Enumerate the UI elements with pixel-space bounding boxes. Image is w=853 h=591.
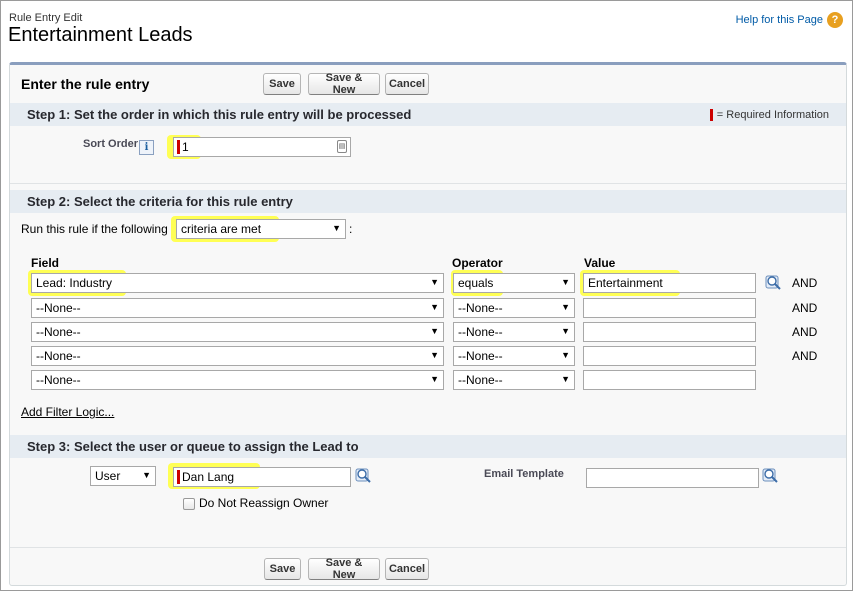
column-operator: Operator [452,256,503,270]
field-value-row2: --None-- [36,301,81,315]
save-new-button-top[interactable]: Save & New [308,72,380,96]
operator-select-row3[interactable]: --None-- ▼ [453,322,575,342]
assignee-required-bar [177,470,180,484]
value-input-row1[interactable]: Entertainment [583,273,756,293]
step3-title: Step 3: Select the user or queue to assi… [27,439,359,454]
sort-order-label: Sort Order [83,138,139,150]
info-icon[interactable]: i [139,140,154,155]
operator-select-row1[interactable]: equals ▼ [453,273,575,293]
chevron-down-icon: ▼ [430,350,439,360]
value-input-row3[interactable] [583,322,756,342]
value-input-row5[interactable] [583,370,756,390]
panel-title: Enter the rule entry [21,76,150,92]
divider-1 [10,183,846,184]
value-input-row2[interactable] [583,298,756,318]
operator-value-row1: equals [458,276,494,290]
sort-order-value: 1 [182,140,189,154]
field-select-row2[interactable]: --None-- ▼ [31,298,444,318]
step1-header: Step 1: Set the order in which this rule… [10,103,846,126]
required-marker [709,109,713,121]
field-value-row5: --None-- [36,373,81,387]
help-icon[interactable]: ? [827,12,843,28]
chevron-down-icon: ▼ [142,470,151,480]
chevron-down-icon: ▼ [430,374,439,384]
criteria-select[interactable]: criteria are met ▼ [176,219,346,239]
chevron-down-icon: ▼ [561,326,570,336]
assignee-input[interactable]: Dan Lang [173,467,351,487]
lookup-icon[interactable] [762,467,780,485]
step2-header: Step 2: Select the criteria for this rul… [10,190,846,213]
save-new-button-bottom[interactable]: Save & New [308,557,380,581]
save-button-bottom[interactable]: Save [264,558,301,580]
lookup-icon[interactable] [355,467,373,485]
lookup-icon[interactable] [765,274,783,292]
value-input-row4[interactable] [583,346,756,366]
chevron-down-icon: ▼ [561,374,570,384]
required-legend: = Required Information [709,109,829,121]
conjunction-row3: AND [792,325,818,339]
step2-title: Step 2: Select the criteria for this rul… [27,194,293,209]
criteria-select-value: criteria are met [181,222,262,236]
save-button-top[interactable]: Save [263,73,301,95]
required-legend-text: = Required Information [716,109,829,121]
value-text-row1: Entertainment [588,276,663,290]
operator-value-row4: --None-- [458,349,503,363]
email-template-input[interactable] [586,468,759,488]
assignee-value: Dan Lang [182,470,235,484]
chevron-down-icon: ▼ [561,277,570,287]
do-not-reassign-label: Do Not Reassign Owner [199,496,329,510]
field-select-row5[interactable]: --None-- ▼ [31,370,444,390]
column-field: Field [31,256,60,270]
operator-select-row4[interactable]: --None-- ▼ [453,346,575,366]
assign-type-select[interactable]: User ▼ [90,466,156,486]
step1-title: Step 1: Set the order in which this rule… [27,107,412,122]
do-not-reassign-checkbox[interactable] [183,498,195,510]
panel-header: Enter the rule entry Save Save & New Can… [10,65,846,101]
field-select-row4[interactable]: --None-- ▼ [31,346,444,366]
chevron-down-icon: ▼ [430,326,439,336]
run-rule-colon: : [349,222,353,236]
rule-entry-panel: Enter the rule entry Save Save & New Can… [9,62,847,586]
email-template-label: Email Template [484,468,564,480]
cancel-button-bottom[interactable]: Cancel [385,558,429,580]
chevron-down-icon: ▼ [561,302,570,312]
cancel-button-top[interactable]: Cancel [385,73,429,95]
field-value-row3: --None-- [36,325,81,339]
operator-value-row5: --None-- [458,373,503,387]
column-value: Value [584,256,616,270]
help-area: Help for this Page ? [736,12,843,28]
sort-order-input[interactable]: 1 ▤ [173,137,351,157]
operator-value-row3: --None-- [458,325,503,339]
conjunction-row1: AND [792,276,818,290]
conjunction-row4: AND [792,349,818,363]
assign-type-value: User [95,469,121,483]
chevron-down-icon: ▼ [332,223,341,233]
operator-select-row5[interactable]: --None-- ▼ [453,370,575,390]
field-select-row1[interactable]: Lead: Industry ▼ [31,273,444,293]
field-value-row1: Lead: Industry [36,276,113,290]
conjunction-row2: AND [792,301,818,315]
chevron-down-icon: ▼ [430,277,439,287]
field-value-row4: --None-- [36,349,81,363]
divider-bottom [10,547,846,548]
help-link[interactable]: Help for this Page [736,14,823,26]
sort-order-required-bar [177,140,180,154]
operator-select-row2[interactable]: --None-- ▼ [453,298,575,318]
run-rule-label: Run this rule if the following [21,222,168,236]
operator-value-row2: --None-- [458,301,503,315]
breadcrumb: Rule Entry Edit [9,12,83,24]
step3-header: Step 3: Select the user or queue to assi… [10,435,846,458]
add-filter-logic-link[interactable]: Add Filter Logic... [21,405,114,419]
field-select-row3[interactable]: --None-- ▼ [31,322,444,342]
chevron-down-icon: ▼ [430,302,439,312]
contact-card-icon: ▤ [337,140,347,153]
page-title: Entertainment Leads [8,24,193,46]
chevron-down-icon: ▼ [561,350,570,360]
